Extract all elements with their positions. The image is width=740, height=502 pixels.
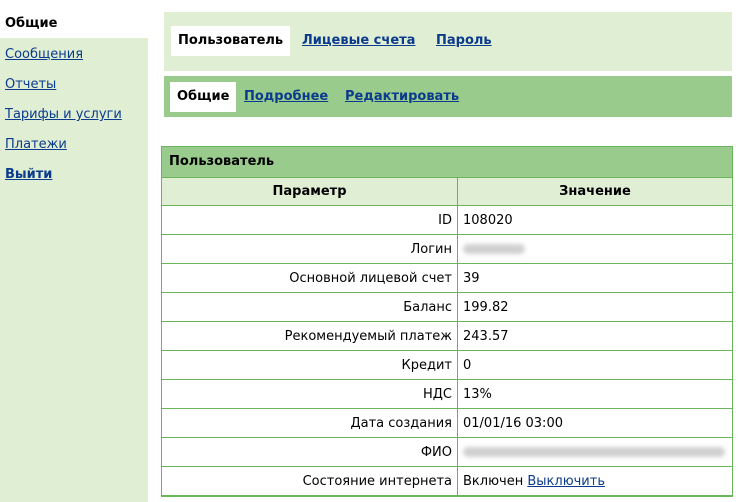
tab-accounts[interactable]: Лицевые счета (302, 26, 415, 56)
tab-password[interactable]: Пароль (436, 26, 492, 56)
sidebar-item-tariffs[interactable]: Тарифы и услуги (0, 100, 148, 130)
sidebar-item-general[interactable]: Общие (0, 0, 148, 38)
primary-tabs: Пользователь Лицевые счета Пароль (164, 12, 732, 71)
param-name: Основной лицевой счет (162, 263, 458, 293)
param-value-redacted (457, 234, 732, 264)
param-name: Дата создания (162, 408, 458, 438)
sidebar-item-reports[interactable]: Отчеты (0, 70, 148, 100)
table-row: НДС 13% (162, 379, 732, 409)
tab-user[interactable]: Пользователь (171, 26, 291, 56)
disable-internet-link[interactable]: Выключить (527, 474, 605, 489)
table-row: ID 108020 (162, 205, 732, 235)
column-header-param: Параметр (162, 178, 458, 206)
param-name: Состояние интернета (162, 466, 458, 496)
param-value: 243.57 (457, 321, 732, 351)
user-panel: Пользователь Параметр Значение ID 108020… (161, 146, 733, 497)
column-header-value: Значение (457, 178, 732, 206)
params-table: Параметр Значение ID 108020 Логин Основн… (162, 178, 732, 496)
secondary-tabs: Общие Подробнее Редактировать (164, 76, 732, 117)
table-row: Состояние интернета Включен Выключить (162, 466, 732, 496)
redacted-value (463, 244, 525, 254)
tab-edit[interactable]: Редактировать (345, 82, 459, 112)
param-name: ID (162, 205, 458, 235)
param-name: Баланс (162, 292, 458, 322)
sidebar-nav: Общие Сообщения Отчеты Тарифы и услуги П… (0, 0, 148, 502)
param-name: ФИО (162, 437, 458, 467)
param-value: Включен Выключить (457, 466, 732, 496)
table-row: Основной лицевой счет 39 (162, 263, 732, 293)
tab-details[interactable]: Подробнее (244, 82, 328, 112)
param-value: 0 (457, 350, 732, 380)
panel-title: Пользователь (162, 147, 732, 178)
table-row: Баланс 199.82 (162, 292, 732, 322)
param-name: Рекомендуемый платеж (162, 321, 458, 351)
param-name: НДС (162, 379, 458, 409)
table-row: Дата создания 01/01/16 03:00 (162, 408, 732, 438)
sidebar-item-messages[interactable]: Сообщения (0, 40, 148, 70)
table-row: Рекомендуемый платеж 243.57 (162, 321, 732, 351)
sidebar-item-logout[interactable]: Выйти (0, 160, 148, 190)
table-row: Кредит 0 (162, 350, 732, 380)
internet-status: Включен (463, 473, 524, 489)
table-row: Логин (162, 234, 732, 264)
tab-general[interactable]: Общие (170, 82, 237, 112)
table-row: ФИО (162, 437, 732, 467)
sidebar-item-payments[interactable]: Платежи (0, 130, 148, 160)
param-name: Кредит (162, 350, 458, 380)
param-value-redacted (457, 437, 732, 467)
redacted-value (463, 447, 725, 457)
param-value: 13% (457, 379, 732, 409)
param-name: Логин (162, 234, 458, 264)
param-value: 39 (457, 263, 732, 293)
param-value: 199.82 (457, 292, 732, 322)
param-value: 108020 (457, 205, 732, 235)
param-value: 01/01/16 03:00 (457, 408, 732, 438)
